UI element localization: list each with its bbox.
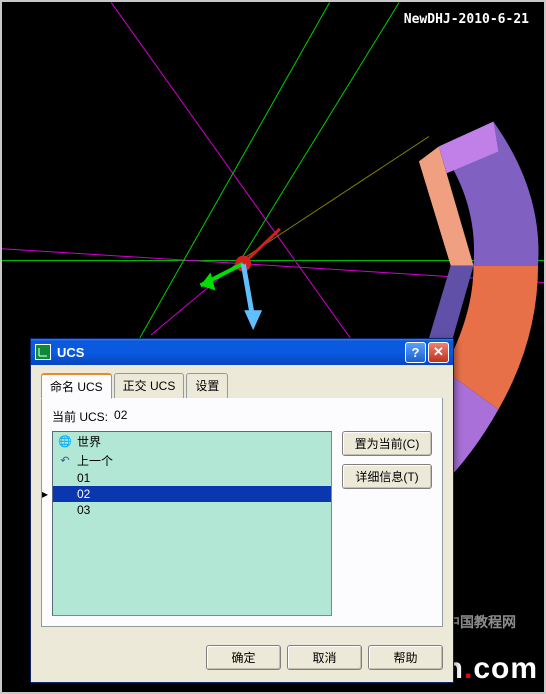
current-ucs-value: 02 (114, 408, 127, 425)
question-icon: ? (412, 345, 420, 360)
back-arrow-icon: ↶ (57, 454, 73, 467)
details-button[interactable]: 详细信息(T) (342, 464, 432, 489)
ok-button[interactable]: 确定 (206, 645, 281, 670)
ucs-app-icon (35, 344, 51, 360)
site-watermark-cn: 中国教程网 (446, 612, 516, 632)
titlebar[interactable]: UCS ? ✕ (31, 339, 453, 365)
dialog-title: UCS (57, 345, 403, 360)
globe-icon: 🌐 (57, 435, 73, 448)
tab-ortho-ucs[interactable]: 正交 UCS (114, 373, 185, 398)
date-watermark: NewDHJ-2010-6-21 (404, 12, 529, 27)
cancel-button[interactable]: 取消 (287, 645, 362, 670)
tab-settings[interactable]: 设置 (186, 373, 228, 398)
list-item-02[interactable]: ▸ 02 (53, 486, 331, 502)
current-ucs-label: 当前 UCS: 02 (52, 408, 432, 425)
list-item-03[interactable]: 03 (53, 502, 331, 518)
titlebar-close-button[interactable]: ✕ (428, 342, 449, 363)
tab-panel: 当前 UCS: 02 🌐 世界 ↶ 上一个 01 (41, 398, 443, 627)
ucs-listbox[interactable]: 🌐 世界 ↶ 上一个 01 ▸ 02 (52, 431, 332, 616)
help-button[interactable]: 帮助 (368, 645, 443, 670)
titlebar-help-button[interactable]: ? (405, 342, 426, 363)
tab-bar: 命名 UCS 正交 UCS 设置 (41, 373, 443, 399)
list-item-previous[interactable]: ↶ 上一个 (53, 451, 331, 470)
set-current-button[interactable]: 置为当前(C) (342, 431, 432, 456)
list-item-world[interactable]: 🌐 世界 (53, 432, 331, 451)
list-item-01[interactable]: 01 (53, 470, 331, 486)
close-icon: ✕ (433, 344, 444, 360)
ucs-dialog: UCS ? ✕ 命名 UCS 正交 UCS 设置 当前 UCS: 02 🌐 世界 (30, 338, 454, 683)
tab-named-ucs[interactable]: 命名 UCS (41, 373, 112, 399)
